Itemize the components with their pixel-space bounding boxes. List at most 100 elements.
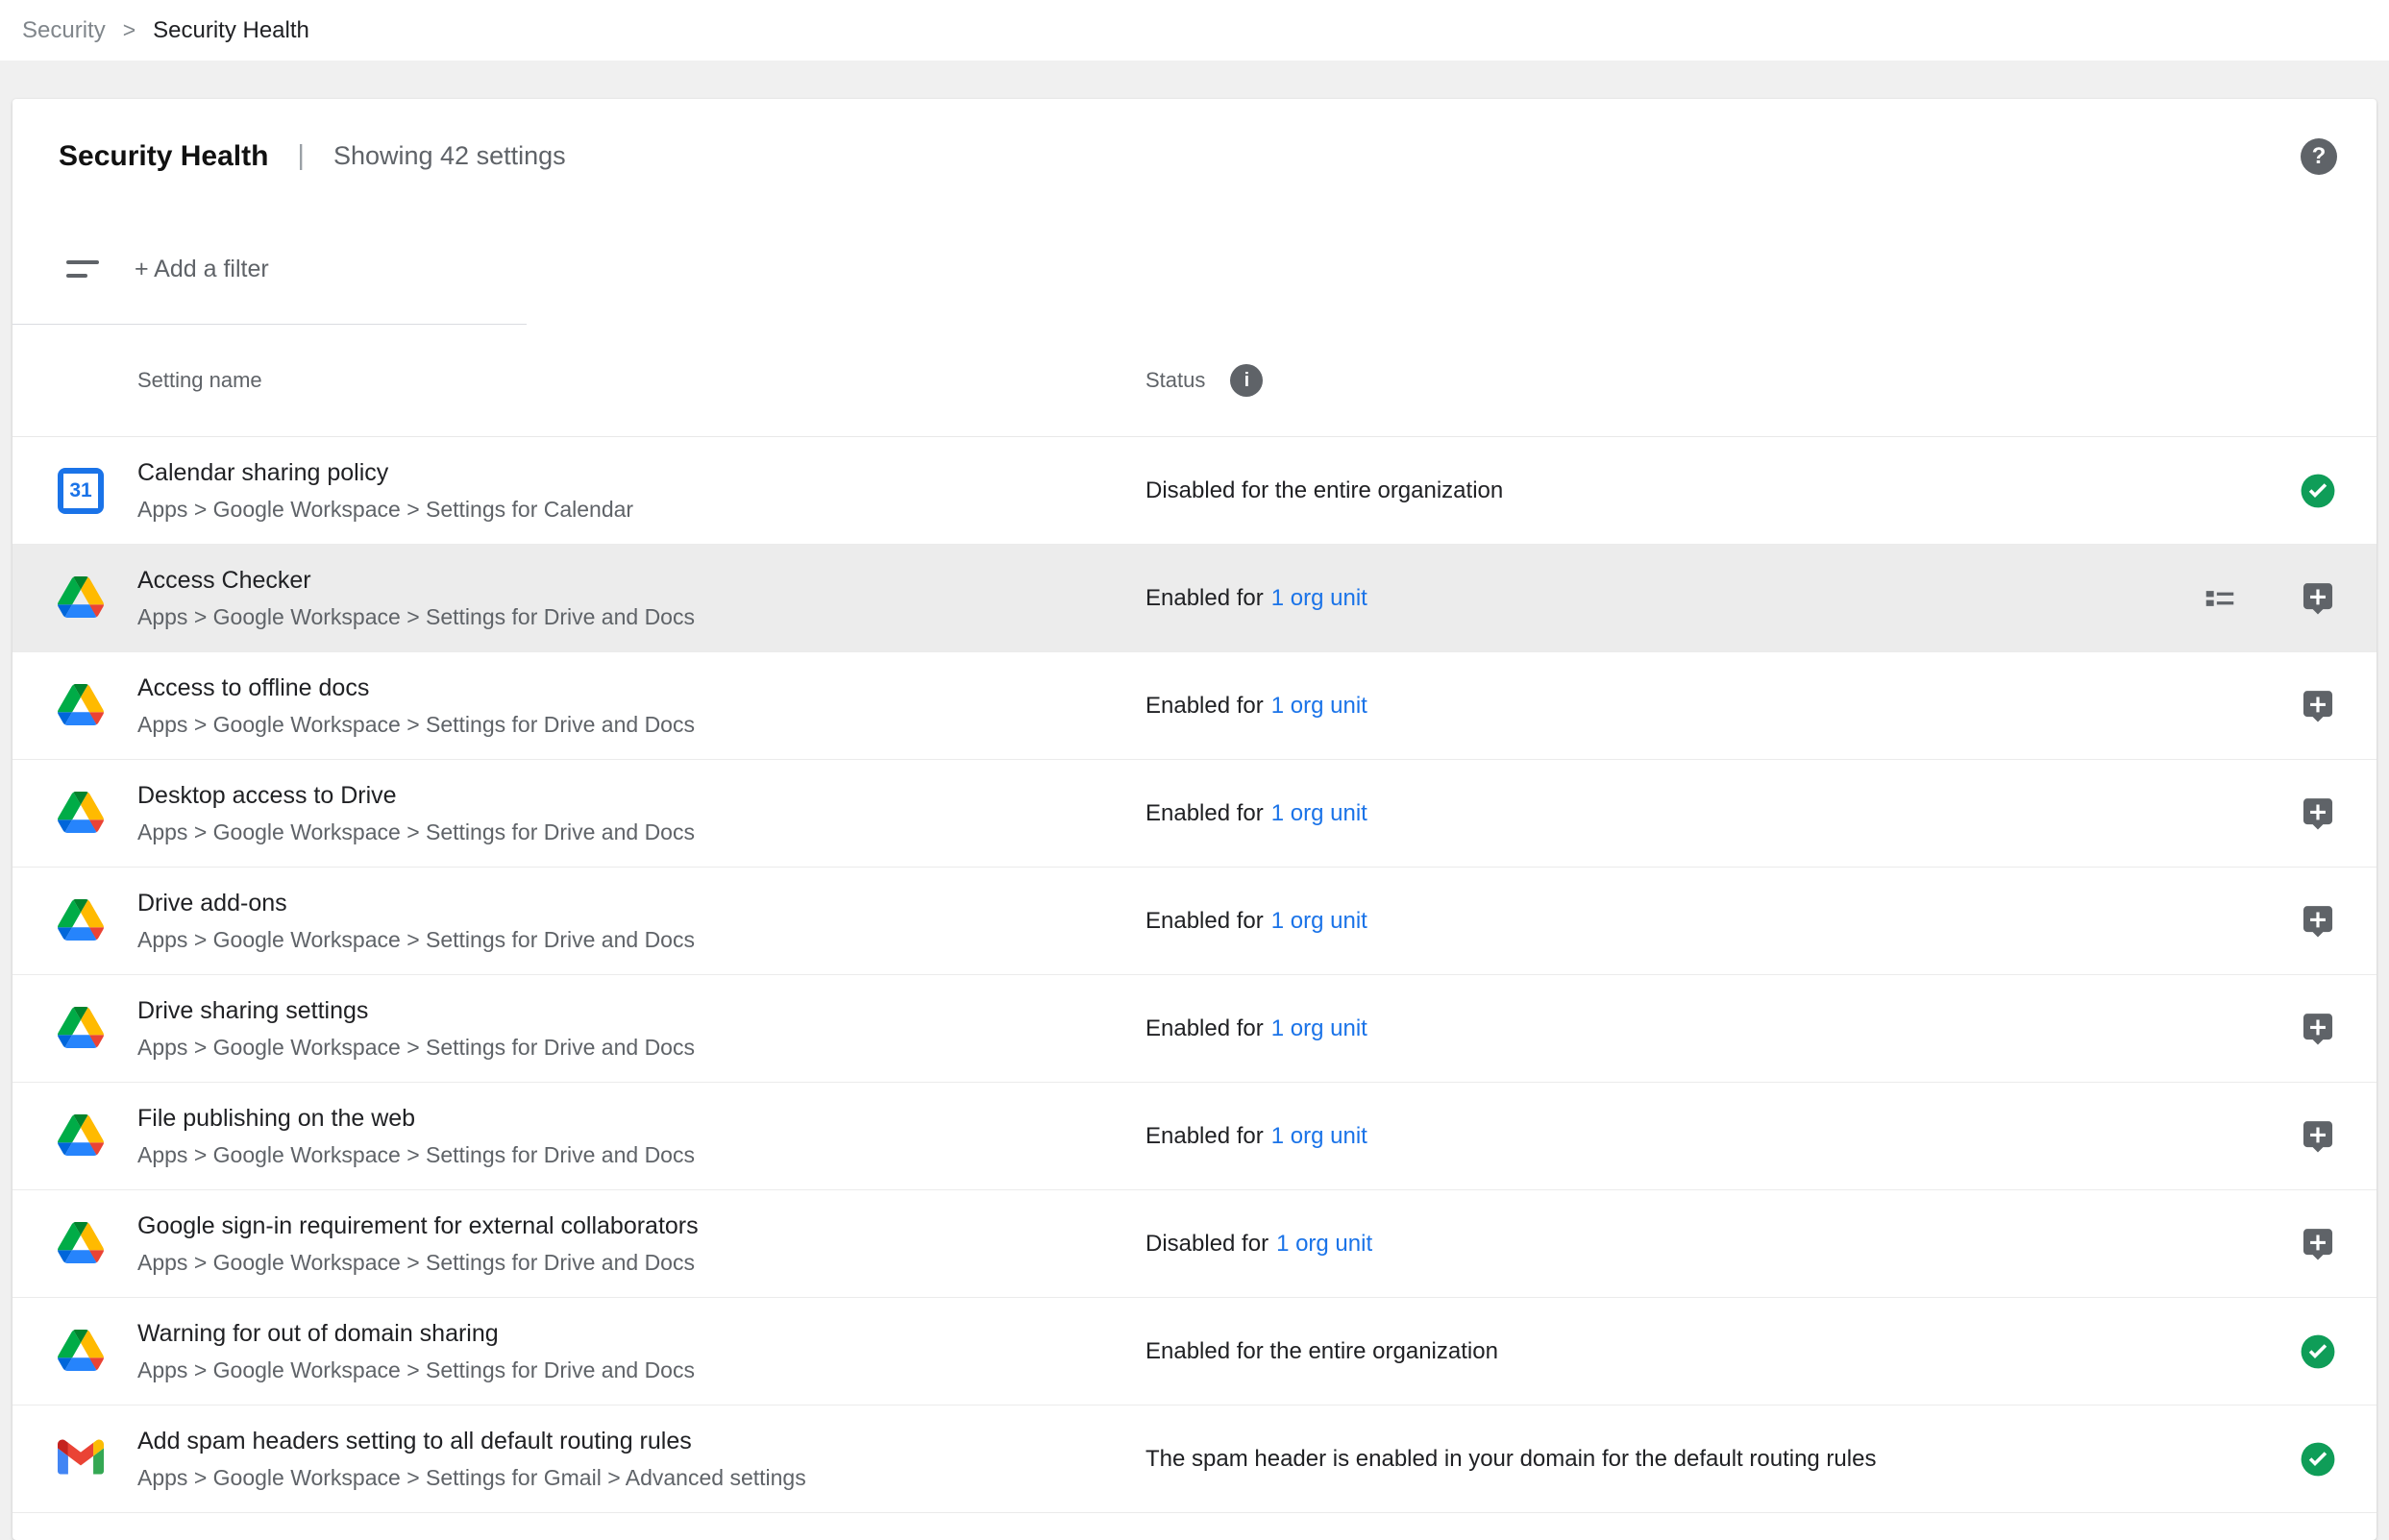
status-text: Disabled for <box>1145 1231 1268 1257</box>
setting-cell: Add spam headers setting to all default … <box>137 1428 1145 1490</box>
table-row[interactable]: 31 <box>12 437 2377 545</box>
table-row[interactable]: 31 <box>12 1083 2377 1190</box>
setting-path: Apps > Google Workspace > Settings for D… <box>137 1142 1145 1167</box>
table-row[interactable]: 31 <box>12 1190 2377 1298</box>
setting-name: Drive sharing settings <box>137 997 1145 1025</box>
column-status: Status <box>1145 368 1205 393</box>
setting-name: File publishing on the web <box>137 1105 1145 1133</box>
setting-name: Warning for out of domain sharing <box>137 1320 1145 1348</box>
recommendation-flag-icon[interactable] <box>2300 580 2336 617</box>
app-icon-cell: 31 <box>12 681 137 730</box>
status-cell: The spam header is enabled in your domai… <box>1145 1446 2300 1473</box>
status-text: Disabled for the entire organization <box>1145 477 1503 503</box>
recommendation-flag-icon[interactable] <box>2300 1011 2336 1047</box>
info-icon[interactable]: i <box>1230 364 1263 397</box>
drive-icon <box>58 1007 104 1053</box>
setting-path: Apps > Google Workspace > Settings for C… <box>137 497 1145 522</box>
recommendation-flag-icon[interactable] <box>2300 795 2336 832</box>
table-row[interactable]: 31 <box>12 652 2377 760</box>
add-filter-button[interactable]: + Add a filter <box>135 256 269 283</box>
breadcrumb-security[interactable]: Security <box>22 17 106 44</box>
row-actions <box>2300 1011 2377 1047</box>
status-text: Enabled for <box>1145 1015 1264 1041</box>
status-cell: Enabled for 1 org unit <box>1145 800 2300 827</box>
table-row[interactable]: 31 <box>12 868 2377 975</box>
breadcrumb-current: Security Health <box>153 17 309 44</box>
calendar-icon: 31 <box>58 468 104 514</box>
drive-icon <box>58 576 104 623</box>
title-separator: | <box>297 140 305 172</box>
filter-icon <box>66 260 101 278</box>
org-unit-link[interactable]: 1 org unit <box>1271 693 1367 719</box>
recommendation-flag-icon[interactable] <box>2300 903 2336 940</box>
status-text: Enabled for <box>1145 908 1264 934</box>
recommendation-flag-icon[interactable] <box>2300 1118 2336 1155</box>
setting-name: Desktop access to Drive <box>137 782 1145 810</box>
setting-name: Access to offline docs <box>137 674 1145 702</box>
status-cell: Enabled for 1 org unit <box>1145 908 2300 935</box>
row-actions <box>2300 1441 2377 1478</box>
page-title: Security Health <box>59 140 268 173</box>
recommendation-flag-icon[interactable] <box>2300 688 2336 724</box>
org-unit-link[interactable]: 1 org unit <box>1271 908 1367 934</box>
status-cell: Disabled for the entire organization <box>1145 477 2300 504</box>
setting-cell: Access to offline docs Apps > Google Wor… <box>137 674 1145 737</box>
status-cell: Enabled for 1 org unit <box>1145 1015 2300 1042</box>
table-row[interactable]: 31 <box>12 1406 2377 1513</box>
setting-path: Apps > Google Workspace > Settings for G… <box>137 1465 1145 1490</box>
details-icon[interactable] <box>2202 580 2238 617</box>
org-unit-link[interactable]: 1 org unit <box>1271 585 1367 611</box>
status-cell: Enabled for1 org unit <box>1145 693 2300 720</box>
drive-icon <box>58 899 104 945</box>
setting-path: Apps > Google Workspace > Settings for D… <box>137 819 1145 844</box>
status-text: The spam header is enabled in your domai… <box>1145 1446 1876 1472</box>
table-row[interactable]: 31 <box>12 975 2377 1083</box>
setting-cell: File publishing on the web Apps > Google… <box>137 1105 1145 1167</box>
security-health-card: Security Health | Showing 42 settings ? … <box>12 99 2377 1540</box>
setting-cell: Access Checker Apps > Google Workspace >… <box>137 567 1145 629</box>
row-actions <box>2300 1226 2377 1262</box>
column-setting-name: Setting name <box>137 368 1145 393</box>
table-row[interactable]: 31 <box>12 1298 2377 1406</box>
recommendation-flag-icon[interactable] <box>2300 1226 2336 1262</box>
status-cell: Enabled for1 org unit <box>1145 585 2202 612</box>
status-cell: Enabled for the entire organization <box>1145 1338 2300 1365</box>
setting-path: Apps > Google Workspace > Settings for D… <box>137 1035 1145 1060</box>
app-icon-cell: 31 <box>12 1112 137 1161</box>
setting-name: Access Checker <box>137 567 1145 595</box>
setting-path: Apps > Google Workspace > Settings for D… <box>137 712 1145 737</box>
check-circle-icon <box>2300 473 2336 509</box>
status-text: Enabled for <box>1145 800 1264 826</box>
org-unit-link[interactable]: 1 org unit <box>1271 800 1367 826</box>
drive-icon <box>58 792 104 838</box>
calendar-day-label: 31 <box>63 474 98 508</box>
help-icon[interactable]: ? <box>2301 138 2337 175</box>
org-unit-link[interactable]: 1 org unit <box>1271 1123 1367 1149</box>
drive-icon <box>58 1222 104 1268</box>
setting-cell: Warning for out of domain sharing Apps >… <box>137 1320 1145 1382</box>
table-row[interactable]: 31 <box>12 545 2377 652</box>
settings-table-body: 31 <box>12 437 2377 1513</box>
app-icon-cell: 31 <box>12 789 137 838</box>
setting-name: Google sign-in requirement for external … <box>137 1212 1145 1240</box>
table-header: Setting name Status i <box>12 325 2377 437</box>
setting-path: Apps > Google Workspace > Settings for D… <box>137 927 1145 952</box>
setting-path: Apps > Google Workspace > Settings for D… <box>137 1250 1145 1275</box>
table-row[interactable]: 31 <box>12 760 2377 868</box>
row-actions <box>2300 903 2377 940</box>
setting-cell: Calendar sharing policy Apps > Google Wo… <box>137 459 1145 522</box>
check-circle-icon <box>2300 1441 2336 1478</box>
app-icon-cell: 31 <box>12 1327 137 1376</box>
breadcrumb: Security > Security Health <box>0 0 2389 61</box>
settings-count: Showing 42 settings <box>333 141 566 171</box>
app-icon-cell: 31 <box>12 1004 137 1053</box>
app-icon-cell: 31 <box>12 1219 137 1268</box>
setting-name: Calendar sharing policy <box>137 459 1145 487</box>
drive-icon <box>58 1114 104 1161</box>
app-icon-cell: 31 <box>12 574 137 623</box>
app-icon-cell: 31 <box>12 896 137 945</box>
row-actions <box>2300 795 2377 832</box>
drive-icon <box>58 684 104 730</box>
org-unit-link[interactable]: 1 org unit <box>1271 1015 1367 1041</box>
org-unit-link[interactable]: 1 org unit <box>1276 1231 1372 1257</box>
